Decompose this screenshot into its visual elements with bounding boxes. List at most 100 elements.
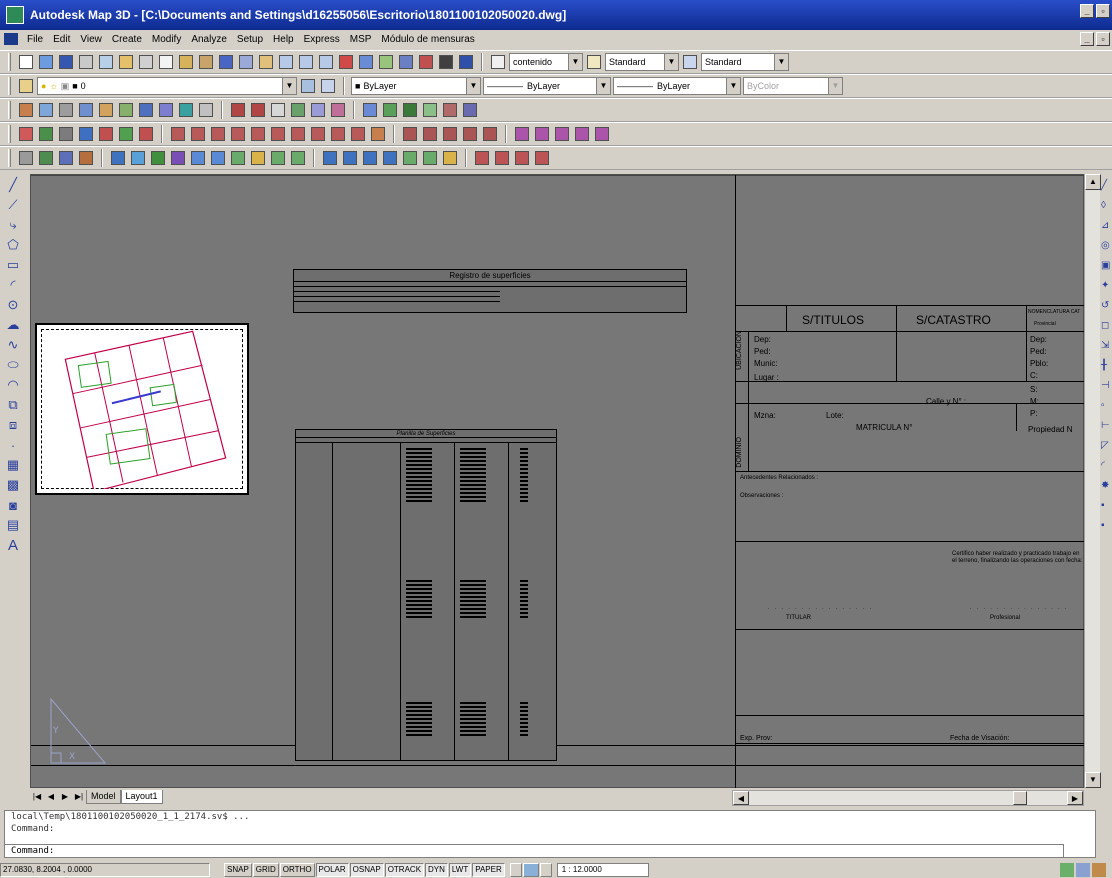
- table-style-icon[interactable]: [681, 53, 699, 71]
- query-tool-23-icon[interactable]: [493, 149, 511, 167]
- chevron-down-icon[interactable]: ▼: [664, 54, 678, 70]
- map-tool-5-icon[interactable]: [97, 101, 115, 119]
- map-tool-18-icon[interactable]: [381, 101, 399, 119]
- map-tool-19-icon[interactable]: [401, 101, 419, 119]
- fillet-icon[interactable]: ◜: [1101, 460, 1111, 474]
- next-tab-icon[interactable]: ▶: [58, 790, 72, 804]
- layer-manager-icon[interactable]: [17, 77, 35, 95]
- table-style-select[interactable]: Standard ▼: [701, 53, 789, 71]
- offset-icon[interactable]: ◎: [1101, 240, 1111, 254]
- doc-minimize-button[interactable]: _: [1080, 32, 1094, 46]
- arc-icon[interactable]: ◜: [4, 276, 22, 294]
- map-tool-14-icon[interactable]: [289, 101, 307, 119]
- layer-select[interactable]: ● ☼ ▣ ■ 0 ▼: [37, 77, 297, 95]
- make-current-icon[interactable]: [299, 77, 317, 95]
- edit-tool-21-icon[interactable]: [593, 125, 611, 143]
- copy-icon[interactable]: [157, 53, 175, 71]
- query-tool-10-icon[interactable]: [209, 149, 227, 167]
- query-tool-3-icon[interactable]: [57, 149, 75, 167]
- draw-tool-5-icon[interactable]: [97, 125, 115, 143]
- menu-edit[interactable]: Edit: [48, 34, 75, 45]
- map-tool-1-icon[interactable]: [17, 101, 35, 119]
- zoom-window-icon[interactable]: [297, 53, 315, 71]
- query-tool-24-icon[interactable]: [513, 149, 531, 167]
- trim-icon[interactable]: ╂: [1101, 360, 1111, 374]
- edit-tool-4-icon[interactable]: [229, 125, 247, 143]
- clean-screen-icon[interactable]: [1092, 863, 1106, 877]
- ortho-button[interactable]: ORTHO: [279, 863, 315, 877]
- dim-style-icon[interactable]: [585, 53, 603, 71]
- lwt-button[interactable]: LWT: [448, 863, 472, 877]
- menu-analyze[interactable]: Analyze: [186, 34, 232, 45]
- chevron-down-icon[interactable]: ▼: [282, 78, 296, 94]
- edit-tool-3-icon[interactable]: [209, 125, 227, 143]
- properties-side-icon[interactable]: ▪: [1101, 500, 1111, 514]
- edit-tool-8-icon[interactable]: [309, 125, 327, 143]
- query-tool-1-icon[interactable]: [17, 149, 35, 167]
- communication-center-icon[interactable]: [1060, 863, 1074, 877]
- map-tool-11-icon[interactable]: [229, 101, 247, 119]
- join-icon[interactable]: ⊢: [1101, 420, 1111, 434]
- doc-restore-button[interactable]: ▫: [1096, 32, 1110, 46]
- mirror-icon[interactable]: ⊿: [1101, 220, 1111, 234]
- map-tool-15-icon[interactable]: [309, 101, 327, 119]
- otrack-button[interactable]: OTRACK: [384, 863, 425, 877]
- scroll-left-icon[interactable]: ◀: [733, 791, 749, 805]
- viewport[interactable]: [35, 323, 249, 495]
- menu-modify[interactable]: Modify: [147, 34, 186, 45]
- markup-icon[interactable]: [417, 53, 435, 71]
- plotstyle-select[interactable]: ByColor ▼: [743, 77, 843, 95]
- rectangle-icon[interactable]: ▭: [4, 256, 22, 274]
- query-tool-2-icon[interactable]: [37, 149, 55, 167]
- dim-style-select[interactable]: Standard ▼: [605, 53, 679, 71]
- stretch-icon[interactable]: ⇲: [1101, 340, 1111, 354]
- color-select[interactable]: ■ ByLayer ▼: [351, 77, 481, 95]
- tab-model[interactable]: Model: [86, 790, 121, 804]
- line-icon[interactable]: ╱: [4, 176, 22, 194]
- edit-tool-6-icon[interactable]: [269, 125, 287, 143]
- grid-button[interactable]: GRID: [252, 863, 279, 877]
- edit-tool-20-icon[interactable]: [573, 125, 591, 143]
- vertical-scrollbar[interactable]: ▲ ▼: [1084, 174, 1101, 788]
- menu-file[interactable]: File: [22, 34, 48, 45]
- menu-help[interactable]: Help: [268, 34, 299, 45]
- viewport-scale-value[interactable]: 1 : 12.0000: [556, 863, 649, 877]
- restore-button[interactable]: ▫: [1096, 4, 1110, 18]
- map-tool-13-icon[interactable]: [269, 101, 287, 119]
- help-icon[interactable]: [457, 53, 475, 71]
- query-tool-11-icon[interactable]: [229, 149, 247, 167]
- region-icon[interactable]: ◙: [4, 496, 22, 514]
- paper-button[interactable]: PAPER: [472, 863, 505, 877]
- multiline-text-icon[interactable]: A: [4, 536, 22, 554]
- edit-tool-17-icon[interactable]: [513, 125, 531, 143]
- spline-icon[interactable]: ∿: [4, 336, 22, 354]
- toolbar-grip[interactable]: [8, 77, 11, 95]
- map-tool-10-icon[interactable]: [197, 101, 215, 119]
- pan-icon[interactable]: [257, 53, 275, 71]
- map-tool-9-icon[interactable]: [177, 101, 195, 119]
- array-icon[interactable]: ▣: [1101, 260, 1111, 274]
- map-tool-22-icon[interactable]: [461, 101, 479, 119]
- point-icon[interactable]: ·: [4, 436, 22, 454]
- gradient-icon[interactable]: ▩: [4, 476, 22, 494]
- query-tool-14-icon[interactable]: [289, 149, 307, 167]
- edit-tool-10-icon[interactable]: [349, 125, 367, 143]
- tray-settings-icon[interactable]: [1076, 863, 1090, 877]
- minimize-button[interactable]: _: [1080, 4, 1094, 18]
- make-block-icon[interactable]: ⧈: [4, 416, 22, 434]
- query-tool-22-icon[interactable]: [473, 149, 491, 167]
- viewport-lock-icon[interactable]: [539, 863, 552, 877]
- edit-tool-9-icon[interactable]: [329, 125, 347, 143]
- query-tool-21-icon[interactable]: [441, 149, 459, 167]
- map-tool-21-icon[interactable]: [441, 101, 459, 119]
- matchprop-icon[interactable]: [197, 53, 215, 71]
- edit-tool-2-icon[interactable]: [189, 125, 207, 143]
- query-tool-4-icon[interactable]: [77, 149, 95, 167]
- query-tool-13-icon[interactable]: [269, 149, 287, 167]
- drawing-canvas[interactable]: Registro de superficies Planilla de Supe…: [30, 174, 1086, 789]
- map-tool-17-icon[interactable]: [361, 101, 379, 119]
- extend-icon[interactable]: ⊣: [1101, 380, 1111, 394]
- edit-tool-15-icon[interactable]: [461, 125, 479, 143]
- query-tool-25-icon[interactable]: [533, 149, 551, 167]
- edit-tool-19-icon[interactable]: [553, 125, 571, 143]
